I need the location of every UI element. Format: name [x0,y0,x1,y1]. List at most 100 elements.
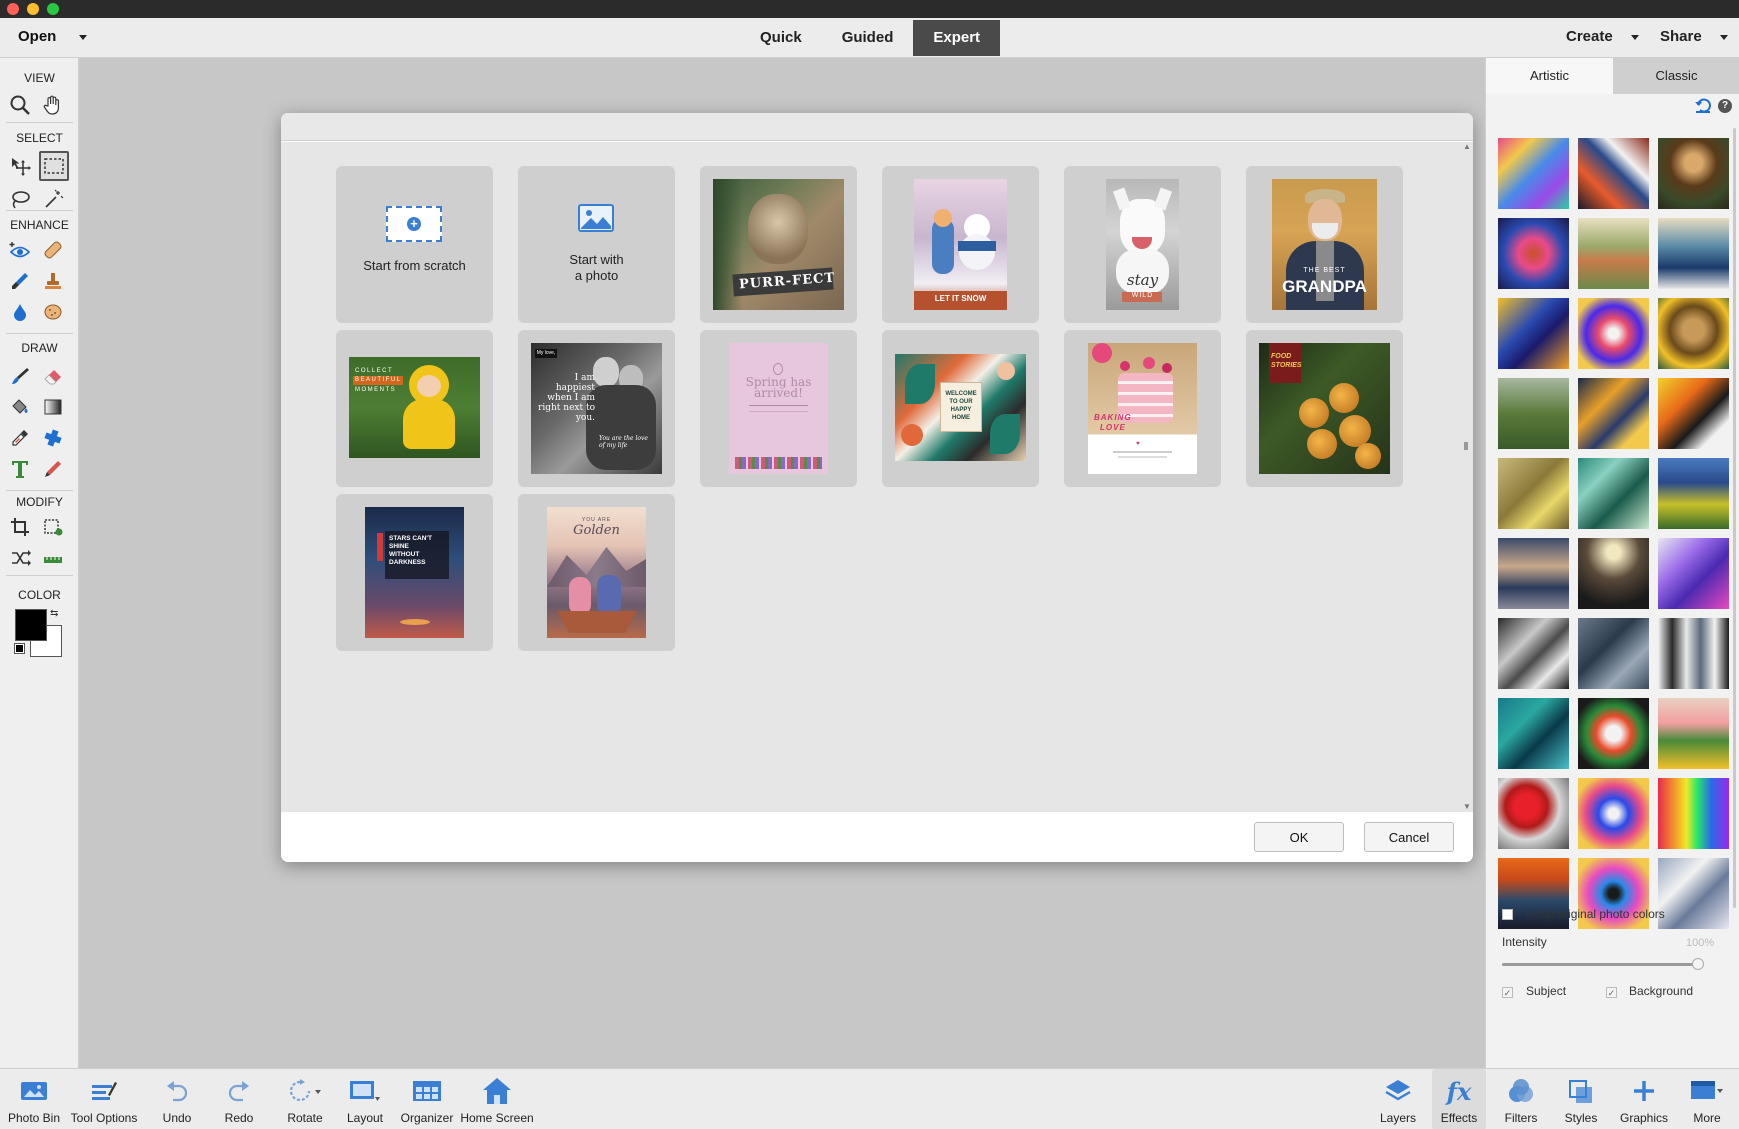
cancel-button[interactable]: Cancel [1364,822,1454,852]
style-thumbnail[interactable] [1658,618,1729,689]
template-card-let-it-snow[interactable]: LET IT SNOW [882,166,1039,323]
redo-button[interactable]: Redo [214,1069,264,1129]
clone-stamp-icon[interactable] [38,266,68,296]
tool-options-button[interactable]: Tool Options [68,1069,140,1129]
style-thumbnail[interactable] [1578,218,1649,289]
rotate-button[interactable]: Rotate [276,1069,334,1129]
default-colors-icon[interactable] [14,643,25,654]
share-menu-button[interactable]: Share [1660,28,1728,45]
custom-shape-tool-icon[interactable] [38,423,68,453]
content-aware-move-icon[interactable] [5,543,35,573]
scroll-thumb[interactable] [1733,128,1736,908]
paint-bucket-icon[interactable] [5,392,35,422]
eraser-tool-icon[interactable] [38,361,68,391]
keep-colors-checkbox[interactable] [1502,909,1513,920]
style-thumbnail[interactable] [1578,538,1649,609]
start-with-photo-card[interactable]: Start with a photo [518,166,675,323]
help-icon[interactable]: ? [1718,99,1732,113]
style-thumbnail[interactable] [1578,378,1649,449]
start-from-scratch-card[interactable]: + Start from scratch [336,166,493,323]
style-thumbnail[interactable] [1658,698,1729,769]
foreground-color-swatch[interactable] [15,609,47,641]
spot-healing-brush-icon[interactable] [38,235,68,265]
style-thumbnail[interactable] [1658,458,1729,529]
template-card-golden[interactable]: YOU ARE Golden [518,494,675,651]
template-card-food-stories[interactable]: FOOD STORIES [1246,330,1403,487]
template-card-welcome-home[interactable]: WELCOME TO OUR HAPPY HOME [882,330,1039,487]
template-card-grandpa[interactable]: THE BEST GRANDPA [1246,166,1403,323]
effects-button[interactable]: fx Effects [1432,1069,1486,1129]
style-thumbnail[interactable] [1498,538,1569,609]
gradient-tool-icon[interactable] [38,392,68,422]
tab-guided[interactable]: Guided [822,20,914,56]
straighten-tool-icon[interactable] [38,543,68,573]
layout-button[interactable]: Layout [340,1069,390,1129]
style-thumbnail[interactable] [1658,378,1729,449]
background-checkbox[interactable]: ✓ [1606,987,1617,998]
scroll-down-icon[interactable]: ▼ [1463,802,1471,811]
reset-icon[interactable] [1694,98,1712,114]
style-thumbnail[interactable] [1498,378,1569,449]
filters-button[interactable]: Filters [1494,1069,1548,1129]
effects-scrollbar[interactable] [1731,128,1739,918]
undo-button[interactable]: Undo [152,1069,202,1129]
style-thumbnail[interactable] [1578,458,1649,529]
scroll-up-icon[interactable]: ▲ [1463,142,1471,151]
recompose-tool-icon[interactable] [38,512,68,542]
smart-brush-icon[interactable] [5,266,35,296]
style-thumbnail[interactable] [1658,778,1729,849]
minimize-window-button[interactable] [27,3,39,15]
style-thumbnail[interactable] [1498,458,1569,529]
template-card-purr-fect[interactable]: PURR-FECT [700,166,857,323]
style-thumbnail[interactable] [1578,618,1649,689]
red-eye-tool-icon[interactable] [5,235,35,265]
pencil-tool-icon[interactable] [38,454,68,484]
organizer-button[interactable]: Organizer [397,1069,457,1129]
style-thumbnail[interactable] [1578,138,1649,209]
style-thumbnail[interactable] [1658,218,1729,289]
style-thumbnail[interactable] [1498,298,1569,369]
style-thumbnail[interactable] [1498,778,1569,849]
style-thumbnail[interactable] [1658,858,1729,929]
blur-tool-icon[interactable] [5,297,35,327]
style-thumbnail[interactable] [1498,618,1569,689]
tab-expert[interactable]: Expert [913,20,1001,56]
template-card-stay-wild[interactable]: stay WILD [1064,166,1221,323]
template-card-stars[interactable]: STARS CAN'T SHINE WITHOUT DARKNESS [336,494,493,651]
intensity-slider-handle[interactable] [1692,958,1704,970]
style-thumbnail[interactable] [1498,218,1569,289]
template-card-happiest[interactable]: My love, I am happiest when I am right n… [518,330,675,487]
tab-quick[interactable]: Quick [740,20,822,56]
template-card-baking-love[interactable]: BAKING LOVE ♥ [1064,330,1221,487]
rectangular-marquee-tool-icon[interactable] [39,151,69,181]
more-button[interactable]: More [1680,1069,1734,1129]
style-thumbnail[interactable] [1578,298,1649,369]
style-thumbnail[interactable] [1658,538,1729,609]
layers-button[interactable]: Layers [1370,1069,1426,1129]
sponge-tool-icon[interactable] [38,297,68,327]
open-menu-button[interactable]: Open [18,28,87,45]
move-tool-icon[interactable] [5,151,35,181]
zoom-tool-icon[interactable] [5,90,35,120]
graphics-button[interactable]: Graphics [1614,1069,1674,1129]
template-card-spring[interactable]: Spring has arrived! [700,330,857,487]
intensity-slider-track[interactable] [1502,958,1704,970]
style-thumbnail[interactable] [1658,298,1729,369]
ok-button[interactable]: OK [1254,822,1344,852]
tab-classic[interactable]: Classic [1613,58,1739,94]
crop-tool-icon[interactable] [5,512,35,542]
style-thumbnail[interactable] [1498,138,1569,209]
style-thumbnail[interactable] [1578,698,1649,769]
home-screen-button[interactable]: Home Screen [457,1069,537,1129]
dialog-scrollbar[interactable]: ▲ ▼ [1463,142,1471,812]
style-thumbnail[interactable] [1658,138,1729,209]
template-card-collect-moments[interactable]: COLLECT BEAUTIFUL MOMENTS [336,330,493,487]
close-window-button[interactable] [7,3,19,15]
text-tool-icon[interactable] [5,454,35,484]
tab-artistic[interactable]: Artistic [1486,58,1613,94]
style-thumbnail[interactable] [1498,698,1569,769]
hand-tool-icon[interactable] [38,90,68,120]
photo-bin-button[interactable]: Photo Bin [4,1069,64,1129]
scroll-thumb[interactable] [1464,442,1468,450]
brush-tool-icon[interactable] [5,361,35,391]
